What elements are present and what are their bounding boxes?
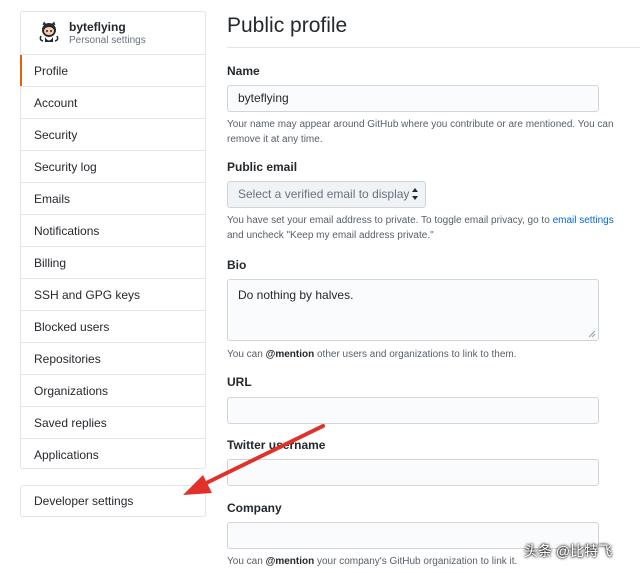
personal-settings-label: Personal settings xyxy=(69,35,146,46)
public-email-select[interactable]: Select a verified email to display xyxy=(227,181,426,208)
name-note: Your name may appear around GitHub where… xyxy=(227,119,614,145)
bio-textarea-value: Do nothing by halves. xyxy=(238,288,354,302)
bio-textarea[interactable]: Do nothing by halves. xyxy=(227,279,599,341)
sidebar-user-header: byteflying Personal settings xyxy=(21,12,205,55)
twitter-label: Twitter username xyxy=(227,438,326,452)
public-email-label: Public email xyxy=(227,160,298,174)
resize-grip-icon[interactable] xyxy=(588,330,596,338)
company-note-text: You can xyxy=(227,556,266,567)
public-email-note-text: You have set your email address to priva… xyxy=(227,215,553,226)
settings-sidebar: byteflying Personal settings Profile Acc… xyxy=(20,11,206,469)
username[interactable]: byteflying xyxy=(69,20,126,34)
name-input[interactable]: byteflying xyxy=(227,85,599,112)
page-title: Public profile xyxy=(227,14,348,37)
public-email-select-value: Select a verified email to display xyxy=(238,187,410,201)
sidebar-item-security[interactable]: Security xyxy=(21,119,205,151)
sidebar-item-security-log[interactable]: Security log xyxy=(21,151,205,183)
bio-note: You can @mention other users and organiz… xyxy=(227,347,627,362)
title-divider xyxy=(227,47,640,48)
sidebar-item-account[interactable]: Account xyxy=(21,87,205,119)
sidebar-item-profile[interactable]: Profile xyxy=(20,55,205,87)
name-label: Name xyxy=(227,64,260,78)
octocat-avatar-icon xyxy=(39,21,59,42)
select-updown-icon xyxy=(412,188,418,200)
sidebar-item-repositories[interactable]: Repositories xyxy=(21,343,205,375)
bio-note-text-2: other users and organizations to link to… xyxy=(314,349,517,360)
sidebar-item-notifications[interactable]: Notifications xyxy=(21,215,205,247)
twitter-input[interactable] xyxy=(227,459,599,486)
public-email-note-text-2: and uncheck "Keep my email address priva… xyxy=(227,230,434,241)
sidebar-item-blocked-users[interactable]: Blocked users xyxy=(21,311,205,343)
watermark-text: 头条 @比特飞 xyxy=(524,543,613,559)
company-label: Company xyxy=(227,501,282,515)
sidebar-item-applications[interactable]: Applications xyxy=(21,439,205,471)
company-note-mention: @mention xyxy=(265,556,315,567)
email-settings-link[interactable]: email settings xyxy=(553,215,614,226)
sidebar-menu: Profile Account Security Security log Em… xyxy=(20,55,205,471)
sidebar-item-ssh-gpg-keys[interactable]: SSH and GPG keys xyxy=(21,279,205,311)
bio-note-text: You can xyxy=(227,349,266,360)
url-input[interactable] xyxy=(227,397,599,424)
sidebar-item-saved-replies[interactable]: Saved replies xyxy=(21,407,205,439)
sidebar-item-emails[interactable]: Emails xyxy=(21,183,205,215)
bio-label: Bio xyxy=(227,258,247,272)
url-label: URL xyxy=(227,375,252,389)
public-email-note: You have set your email address to priva… xyxy=(227,213,627,243)
sidebar-item-developer-settings[interactable]: Developer settings xyxy=(20,485,206,517)
bio-note-mention: @mention xyxy=(265,349,315,360)
company-note-text-2: your company's GitHub organization to li… xyxy=(314,556,518,567)
sidebar-item-billing[interactable]: Billing xyxy=(21,247,205,279)
sidebar-item-organizations[interactable]: Organizations xyxy=(21,375,205,407)
